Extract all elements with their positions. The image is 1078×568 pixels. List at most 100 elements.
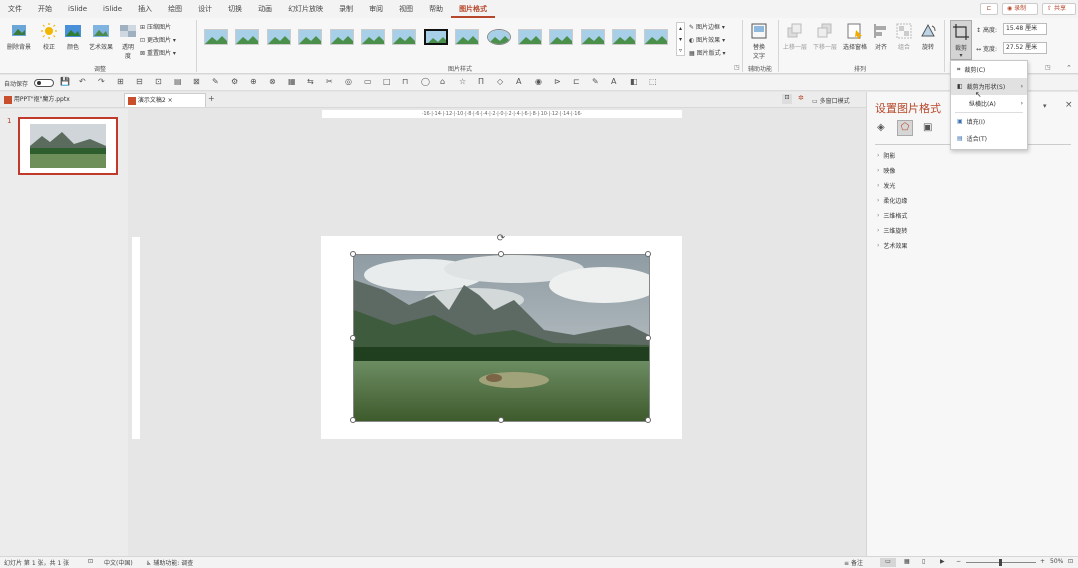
picture-style-10[interactable]: [485, 26, 513, 48]
pane-options-icon[interactable]: ▾: [1043, 102, 1047, 110]
slide-thumbnail[interactable]: [18, 117, 118, 175]
picture-style-6[interactable]: [359, 26, 387, 48]
quick-access-tool-icon[interactable]: A: [516, 77, 521, 86]
zoom-out-icon[interactable]: −: [956, 558, 961, 565]
format-section[interactable]: › 柔化边缘: [867, 193, 1078, 208]
alt-text-button[interactable]: 替换 文字: [748, 22, 770, 60]
menu-crop[interactable]: ⌗ 裁剪(C): [951, 61, 1027, 78]
send-backward-button[interactable]: 下移一层: [812, 22, 838, 51]
change-picture-button[interactable]: ⊡ 更改图片 ▾: [140, 35, 176, 44]
autosave-toggle[interactable]: [34, 79, 54, 87]
rotate-button[interactable]: 旋转: [918, 22, 938, 51]
share-button[interactable]: ⇧ 共享: [1042, 3, 1076, 15]
new-tab-icon[interactable]: +: [208, 94, 215, 103]
menu-crop-to-shape[interactable]: ◧ 裁剪为形状(S) ›: [951, 78, 1027, 95]
multi-window-button[interactable]: ▭ 多窗口模式: [812, 96, 850, 105]
close-tab-icon[interactable]: ×: [168, 97, 173, 104]
picture-style-4[interactable]: [296, 26, 324, 48]
resize-handle-n[interactable]: [498, 251, 504, 257]
quick-access-tool-icon[interactable]: ⊠: [193, 77, 200, 86]
picture-style-7[interactable]: [390, 26, 418, 48]
pin-icon[interactable]: ⊡: [782, 94, 792, 104]
format-section[interactable]: › 发光: [867, 178, 1078, 193]
rotate-handle-icon[interactable]: ⟳: [495, 233, 507, 245]
resize-handle-sw[interactable]: [350, 417, 356, 423]
picture-style-14[interactable]: [610, 26, 638, 48]
transparency-button[interactable]: 透明 度: [118, 22, 138, 60]
quick-access-tool-icon[interactable]: ⊗: [269, 77, 276, 86]
tab-record[interactable]: 录制: [331, 0, 361, 18]
crop-button[interactable]: 裁剪 ▾: [950, 20, 972, 60]
quick-access-tool-icon[interactable]: 💾: [60, 77, 70, 86]
tab-insert[interactable]: 插入: [130, 0, 160, 18]
picture-layout-button[interactable]: ▦ 图片版式 ▾: [689, 48, 726, 57]
picture-style-15[interactable]: [642, 26, 670, 48]
remove-background-button[interactable]: 删除背景: [4, 22, 34, 51]
quick-access-tool-icon[interactable]: ⊞: [117, 77, 124, 86]
picture-effects-button[interactable]: ◐ 图片效果 ▾: [689, 35, 725, 44]
tab-draw[interactable]: 绘图: [160, 0, 190, 18]
picture-style-3[interactable]: [265, 26, 293, 48]
quick-access-tool-icon[interactable]: ⇆: [307, 77, 314, 86]
quick-access-tool-icon[interactable]: ⌂: [440, 77, 445, 86]
quick-access-tool-icon[interactable]: ◯: [421, 77, 430, 86]
group-objects-button[interactable]: 组合: [894, 22, 914, 51]
quick-access-tool-icon[interactable]: ◎: [345, 77, 352, 86]
zoom-in-icon[interactable]: +: [1040, 558, 1045, 565]
tab-islide-2[interactable]: iSlide: [95, 0, 130, 18]
quick-access-tool-icon[interactable]: ↷: [98, 77, 105, 86]
quick-access-tool-icon[interactable]: □: [383, 77, 391, 86]
picture-style-12[interactable]: [547, 26, 575, 48]
settings-icon[interactable]: ✲: [798, 94, 804, 102]
picture-style-8[interactable]: [422, 26, 450, 48]
tab-view[interactable]: 视图: [391, 0, 421, 18]
align-button[interactable]: 对齐: [872, 22, 890, 51]
quick-access-tool-icon[interactable]: ✎: [212, 77, 219, 86]
zoom-level[interactable]: 50%: [1050, 558, 1063, 565]
picture-border-button[interactable]: ✎ 图片边框 ▾: [689, 22, 725, 31]
reset-picture-button[interactable]: ⊠ 重置图片 ▾: [140, 48, 176, 57]
quick-access-tool-icon[interactable]: ⊕: [250, 77, 257, 86]
accessibility-status[interactable]: ♿ 辅助功能: 调查: [146, 558, 193, 567]
quick-access-tool-icon[interactable]: ◉: [535, 77, 542, 86]
quick-access-tool-icon[interactable]: ⬚: [649, 77, 657, 86]
picture-style-1[interactable]: [202, 26, 230, 48]
menu-fit[interactable]: ▤ 适合(T): [951, 130, 1027, 147]
quick-access-tool-icon[interactable]: ⊟: [136, 77, 143, 86]
quick-access-tool-icon[interactable]: ▤: [174, 77, 182, 86]
collapse-ribbon-icon[interactable]: ⌃: [1066, 64, 1072, 72]
quick-access-tool-icon[interactable]: A: [611, 77, 616, 86]
quick-access-tool-icon[interactable]: ⚙: [231, 77, 238, 86]
reading-view-icon[interactable]: ▯: [922, 558, 925, 565]
correct-button[interactable]: 校正: [38, 22, 60, 51]
tab-animations[interactable]: 动画: [250, 0, 280, 18]
fill-line-icon[interactable]: ◈: [877, 122, 885, 133]
picture-style-11[interactable]: [516, 26, 544, 48]
tab-home[interactable]: 开始: [30, 0, 60, 18]
menu-fill[interactable]: ▣ 填充(I): [951, 113, 1027, 130]
notes-button[interactable]: ≡ 备注: [844, 558, 863, 567]
size-dialog-launcher-icon[interactable]: ◳: [1045, 64, 1051, 71]
spellcheck-icon[interactable]: ⊡: [88, 558, 93, 565]
picture-style-2[interactable]: [233, 26, 261, 48]
height-field[interactable]: 15.48 厘米: [1003, 23, 1047, 35]
quick-access-tool-icon[interactable]: ☆: [459, 77, 466, 86]
resize-handle-e[interactable]: [645, 335, 651, 341]
resize-handle-se[interactable]: [645, 417, 651, 423]
art-effects-button[interactable]: 艺术效果: [86, 22, 116, 51]
tab-file[interactable]: 文件: [0, 0, 30, 18]
quick-access-tool-icon[interactable]: Π: [478, 77, 484, 86]
resize-handle-ne[interactable]: [645, 251, 651, 257]
doc-tab-1[interactable]: 用PPT"抠"魔方.pptx: [4, 94, 120, 106]
compress-pictures-button[interactable]: ⊞ 压缩图片: [140, 22, 171, 31]
format-section[interactable]: › 艺术效果: [867, 238, 1078, 253]
normal-view-icon[interactable]: ▭: [880, 558, 896, 567]
format-section[interactable]: › 阴影: [867, 148, 1078, 163]
tab-islide-1[interactable]: iSlide: [60, 0, 95, 18]
picture-style-9[interactable]: [453, 26, 481, 48]
comment-button[interactable]: ⊏: [980, 3, 998, 15]
record-button[interactable]: ◉ 录制: [1002, 3, 1038, 15]
zoom-slider[interactable]: [966, 559, 1036, 566]
tab-picture-format[interactable]: 图片格式: [451, 0, 496, 18]
selected-picture[interactable]: ⟳: [350, 233, 659, 423]
